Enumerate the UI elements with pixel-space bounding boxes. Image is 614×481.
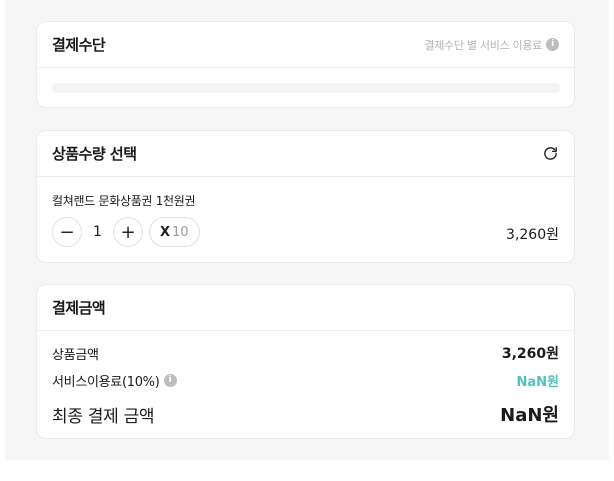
payment-amount-title: 결제금액 bbox=[52, 299, 106, 317]
service-fee-label-wrap: 서비스이용료(10%) i bbox=[52, 371, 177, 390]
product-amount-row: 상품금액 3,260원 bbox=[52, 343, 559, 363]
total-amount-label: 최종 결제 금액 bbox=[52, 406, 155, 427]
product-name: 컬쳐랜드 문화상품권 1천원권 bbox=[52, 194, 196, 208]
service-fee-row: 서비스이용료(10%) i NaN원 bbox=[52, 371, 559, 390]
increase-button[interactable]: + bbox=[113, 217, 143, 247]
service-fee-info-icon[interactable]: i bbox=[163, 374, 177, 387]
multiplier-x: X bbox=[160, 224, 171, 240]
product-amount-value: 3,260원 bbox=[501, 346, 559, 362]
product-amount-label: 상품금액 bbox=[52, 347, 99, 363]
payment-amount-card: 결제금액 상품금액 3,260원 서비스이용료(10%) i NaN원 최종 결… bbox=[36, 284, 575, 439]
payment-method-title: 결제수단 bbox=[52, 36, 106, 54]
service-fee-label: 서비스이용료(10%) bbox=[52, 375, 160, 390]
service-fee-hint[interactable]: 결제수단 별 서비스 이용료 i bbox=[424, 37, 559, 53]
payment-method-header: 결제수단 결제수단 별 서비스 이용료 i bbox=[37, 22, 574, 68]
total-amount-value: NaN원 bbox=[500, 405, 559, 426]
quantity-header: 상품수량 선택 bbox=[37, 131, 574, 177]
payment-method-card: 결제수단 결제수단 별 서비스 이용료 i bbox=[36, 21, 575, 108]
quantity-title: 상품수량 선택 bbox=[52, 145, 137, 163]
multiply-10-button[interactable]: X 10 bbox=[149, 217, 200, 247]
payment-amount-header: 결제금액 bbox=[37, 285, 574, 331]
decrease-button[interactable]: − bbox=[52, 217, 82, 247]
info-icon[interactable]: i bbox=[546, 38, 559, 51]
product-price: 3,260원 bbox=[506, 227, 559, 243]
multiplier-value: 10 bbox=[172, 224, 189, 240]
total-amount-row: 최종 결제 금액 NaN원 bbox=[52, 401, 559, 427]
service-fee-hint-text: 결제수단 별 서비스 이용료 bbox=[424, 38, 542, 52]
quantity-stepper: − 1 + X 10 bbox=[52, 217, 200, 247]
page-background: 결제수단 결제수단 별 서비스 이용료 i 상품수량 선택 컬쳐랜드 문화상품권… bbox=[5, 0, 609, 460]
payment-method-loading-placeholder bbox=[52, 83, 560, 93]
service-fee-value: NaN원 bbox=[516, 375, 560, 390]
quantity-card: 상품수량 선택 컬쳐랜드 문화상품권 1천원권 − 1 + X 10 3,260… bbox=[36, 130, 575, 263]
quantity-value: 1 bbox=[93, 224, 102, 240]
refresh-icon[interactable] bbox=[541, 145, 559, 163]
